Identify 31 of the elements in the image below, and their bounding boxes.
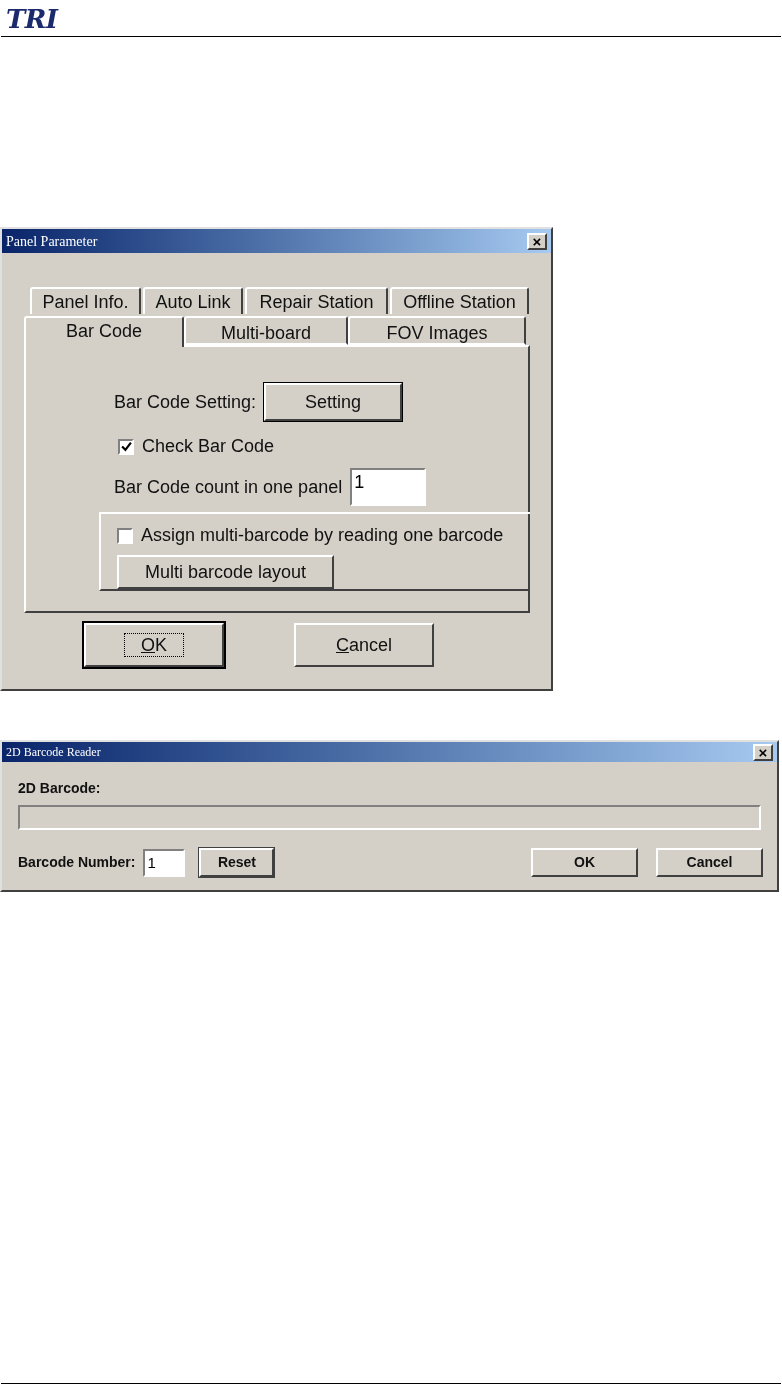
close-button[interactable]: ×: [753, 743, 773, 761]
setting-label: Bar Code Setting:: [114, 390, 257, 414]
setting-button[interactable]: Setting: [264, 383, 403, 421]
barcode-field[interactable]: [18, 805, 761, 830]
tab[interactable]: Panel Info.: [30, 287, 141, 314]
checkbox-label: Check Bar Code: [142, 435, 275, 458]
dialog-button[interactable]: OK: [531, 848, 638, 877]
window-title: Panel Parameter: [6, 232, 98, 251]
tab[interactable]: Offline Station: [390, 287, 529, 314]
logo: TRI: [6, 6, 58, 32]
count-label: Bar Code count in one panel: [114, 475, 343, 499]
layout-button[interactable]: Multi barcode layout: [117, 555, 334, 589]
checkbox[interactable]: [118, 438, 134, 455]
tab[interactable]: Multi-board: [184, 316, 348, 345]
dialog-button[interactable]: Cancel: [656, 848, 763, 877]
tab[interactable]: Bar Code: [24, 316, 184, 347]
tab[interactable]: Auto Link: [143, 287, 243, 314]
reset-button[interactable]: Reset: [199, 848, 275, 877]
number-field[interactable]: 1: [143, 848, 186, 877]
window-title: 2D Barcode Reader: [6, 744, 101, 761]
dialog-button[interactable]: Cancel: [294, 623, 434, 667]
checkbox-label: Assign multi-barcode by reading one barcode: [141, 524, 504, 547]
tab[interactable]: Repair Station: [245, 287, 388, 314]
close-button[interactable]: ×: [527, 232, 547, 250]
barcode-label: 2D Barcode:: [18, 779, 102, 798]
tab[interactable]: FOV Images: [348, 316, 526, 345]
number-label: Barcode Number:: [18, 853, 136, 872]
checkbox[interactable]: [117, 527, 133, 544]
checkmark-icon: [120, 441, 132, 452]
count-field[interactable]: 1: [350, 468, 427, 506]
dialog-button[interactable]: OK: [84, 623, 224, 667]
